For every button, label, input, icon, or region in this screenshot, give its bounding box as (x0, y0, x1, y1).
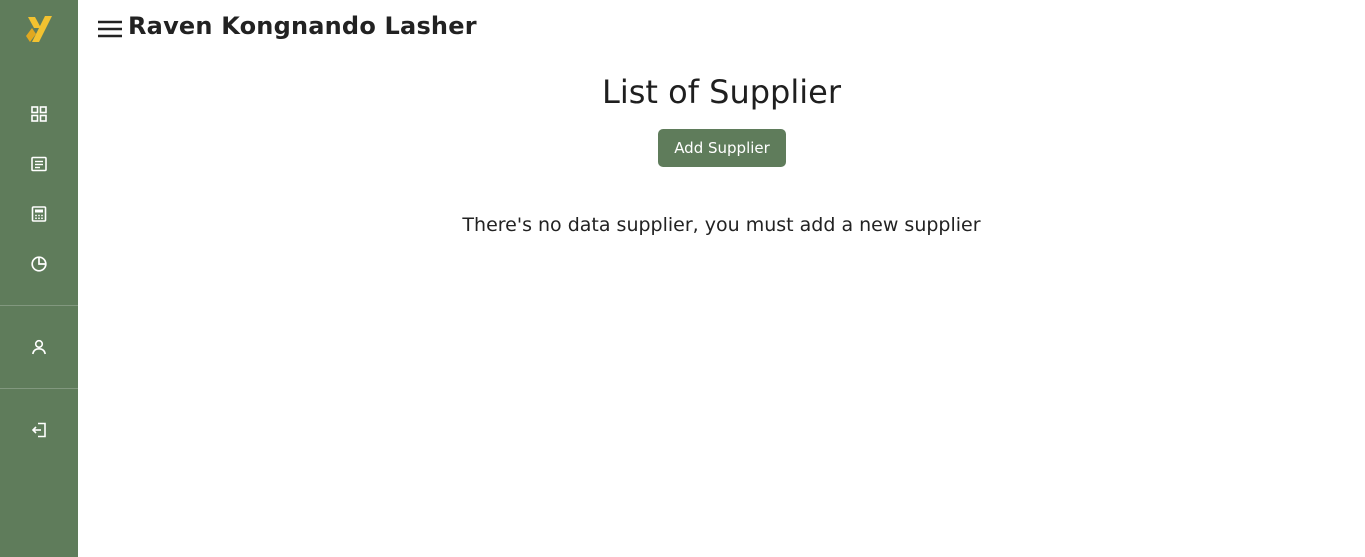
page-title: List of Supplier (602, 73, 841, 111)
logout-icon (31, 422, 46, 438)
app-title: Raven Kongnando Lasher (128, 12, 477, 40)
sidebar-item-logout[interactable] (0, 410, 78, 450)
empty-state-message: There's no data supplier, you must add a… (462, 214, 981, 236)
sidebar-item-dashboard[interactable] (0, 94, 78, 134)
sidebar-item-profile[interactable] (0, 327, 78, 367)
user-icon (32, 339, 46, 355)
document-list-icon (31, 156, 47, 172)
calculator-icon (31, 206, 47, 222)
hamburger-icon (98, 20, 122, 38)
sidebar-divider (0, 388, 78, 389)
sidebar-divider (0, 305, 78, 306)
dashboard-grid-icon (31, 106, 47, 122)
sidebar-item-documents[interactable] (0, 144, 78, 184)
sidebar-item-calculator[interactable] (0, 194, 78, 234)
sidebar (0, 0, 78, 557)
add-supplier-button[interactable]: Add Supplier (658, 129, 786, 167)
brand-logo[interactable] (25, 14, 53, 44)
sidebar-item-reports[interactable] (0, 244, 78, 284)
hamburger-menu-button[interactable] (97, 17, 123, 41)
pie-chart-icon (31, 256, 47, 272)
x-logo-icon (26, 16, 52, 42)
